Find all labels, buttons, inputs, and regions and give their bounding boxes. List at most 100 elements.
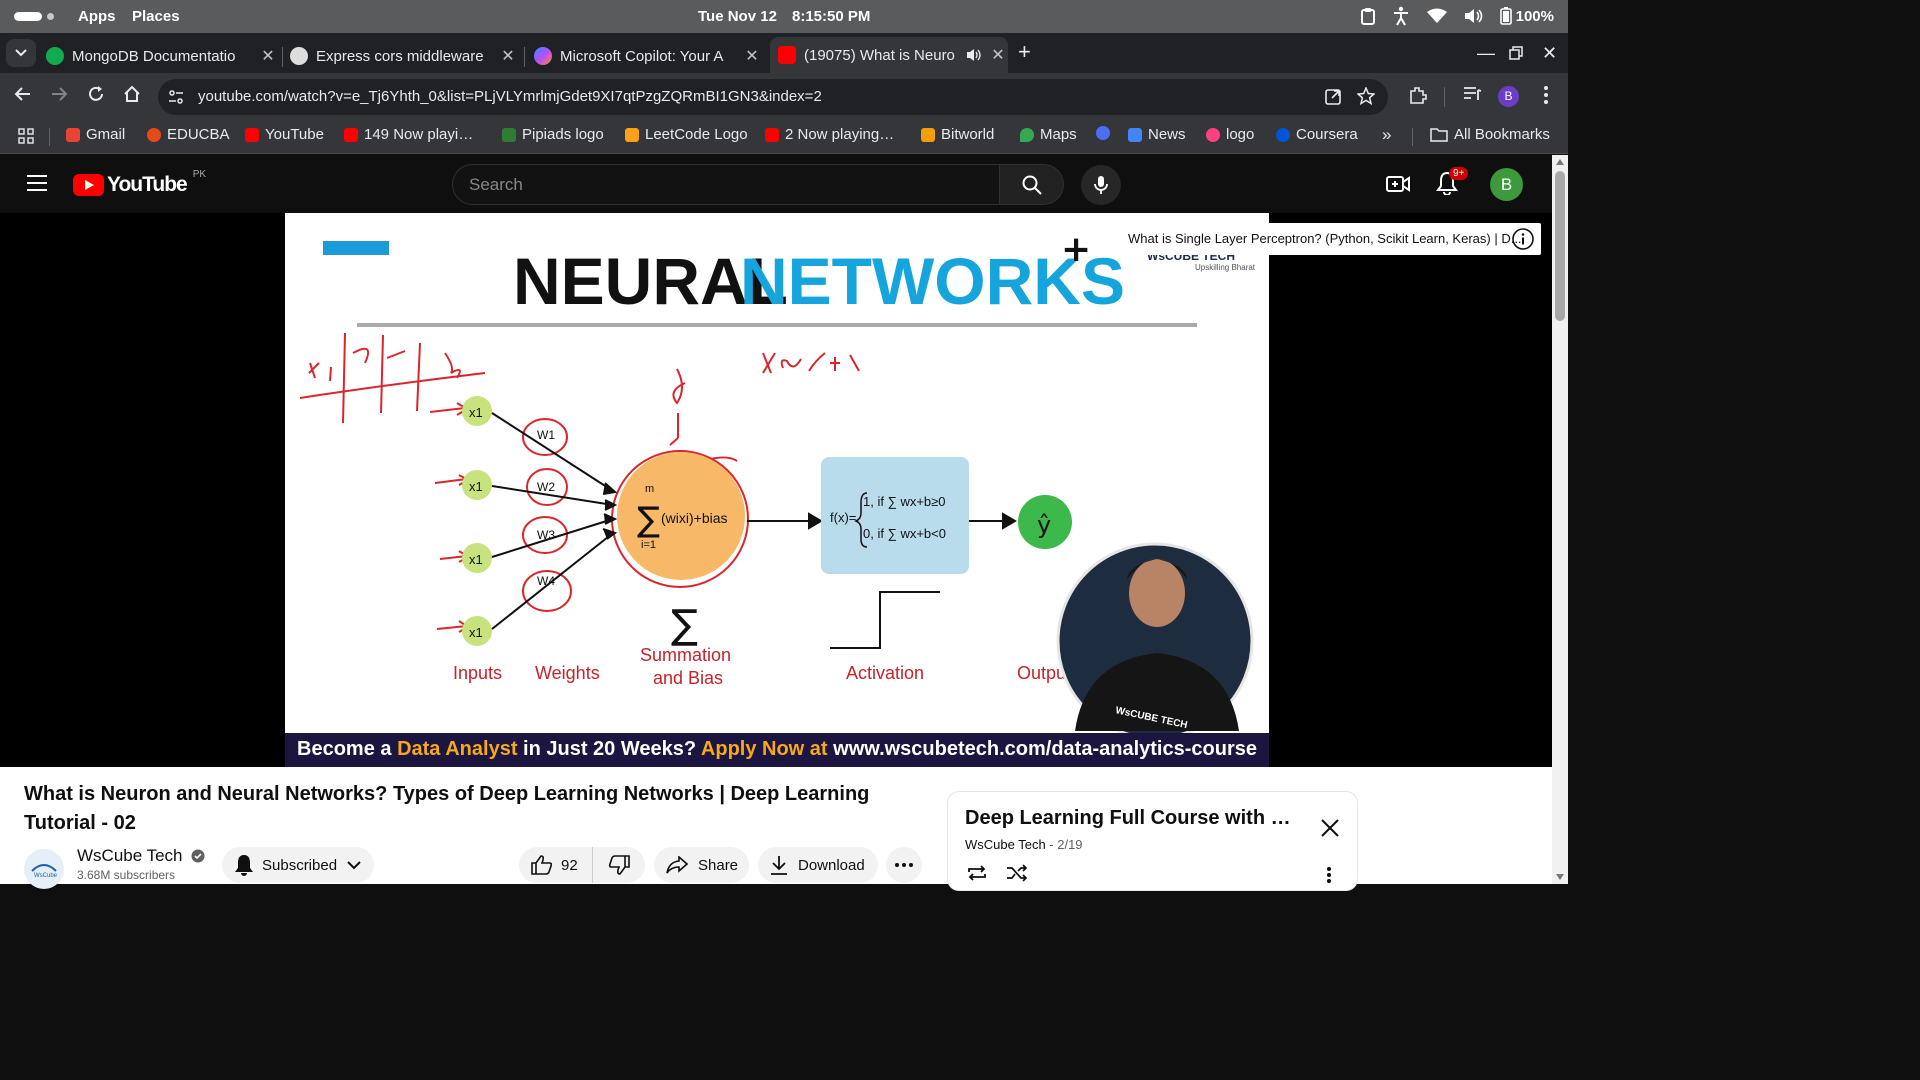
system-time[interactable]: 8:15:50 PM [792, 8, 870, 25]
tab-express-cors[interactable]: Express cors middleware ✕ [290, 39, 518, 73]
search-box[interactable] [452, 164, 1000, 205]
accessibility-icon[interactable] [1392, 6, 1410, 26]
input-label: x1 [469, 405, 483, 420]
educba-icon [147, 127, 161, 142]
voice-search-button[interactable] [1081, 165, 1121, 205]
video-frame[interactable]: NEURAL NETWORKS + WsCUBE TECH Upskilling… [285, 213, 1269, 767]
bookmark-logo[interactable]: logo [1206, 126, 1254, 143]
channel-avatar[interactable]: WsCube [24, 849, 64, 889]
bookmark-leetcode[interactable]: LeetCode Logo [625, 126, 748, 143]
bookmark-star-icon[interactable] [1357, 87, 1375, 105]
bookmark-gmail[interactable]: Gmail [66, 126, 125, 143]
playlist-channel[interactable]: WsCube Tech [965, 837, 1046, 852]
tab-mongodb[interactable]: MongoDB Documentatio ✕ [46, 39, 278, 73]
workspace-dot[interactable] [47, 13, 54, 20]
reload-icon[interactable] [87, 85, 105, 103]
apps-grid-icon[interactable] [18, 128, 34, 144]
new-tab-button[interactable]: + [1018, 39, 1031, 65]
bookmark-educba[interactable]: EDUCBA [147, 126, 230, 143]
bookmark-label: YouTube [265, 126, 324, 143]
close-icon[interactable]: ✕ [258, 46, 278, 66]
info-icon[interactable] [1512, 228, 1534, 250]
more-bookmarks-chevron-icon[interactable]: » [1382, 125, 1391, 145]
search-input[interactable] [469, 165, 989, 204]
minimize-button[interactable]: — [1477, 43, 1495, 64]
address-bar[interactable]: youtube.com/watch?v=e_Tj6Yhth_0&list=PLj… [158, 79, 1388, 115]
bookmark-youtube[interactable]: YouTube [245, 126, 324, 143]
create-video-icon[interactable] [1386, 174, 1410, 194]
extensions-icon[interactable] [1408, 85, 1428, 105]
back-arrow-icon[interactable] [14, 85, 32, 103]
presenter-webcam: WsCUBE TECH [1056, 542, 1254, 733]
restore-button[interactable] [1509, 46, 1523, 60]
open-in-app-icon[interactable] [1324, 88, 1342, 106]
close-icon[interactable]: ✕ [988, 45, 1008, 65]
site-info-icon[interactable] [168, 89, 184, 105]
video-player[interactable]: NEURAL NETWORKS + WsCUBE TECH Upskilling… [0, 213, 1552, 767]
places-menu[interactable]: Places [132, 8, 180, 25]
forward-arrow-icon[interactable] [50, 85, 68, 103]
search-button[interactable] [999, 164, 1064, 205]
loop-icon[interactable] [966, 864, 988, 882]
media-controls-icon[interactable] [1462, 85, 1482, 103]
hamburger-menu-icon[interactable] [27, 175, 47, 191]
subscriber-count: 3.68M subscribers [77, 868, 176, 882]
close-window-button[interactable]: ✕ [1542, 43, 1557, 64]
all-bookmarks-button[interactable]: All Bookmarks [1430, 126, 1550, 143]
wifi-icon[interactable] [1426, 8, 1448, 24]
sum-expression: (wixi)+bias [661, 510, 728, 526]
more-vert-icon[interactable] [1538, 85, 1554, 105]
subscribed-label: Subscribed [262, 856, 338, 874]
dislike-button[interactable] [593, 847, 645, 883]
notifications-button[interactable]: 9+ [1436, 167, 1469, 195]
bookmark-maps[interactable]: Maps [1020, 126, 1077, 143]
clipboard-icon[interactable] [1360, 7, 1376, 25]
info-card-teaser[interactable]: What is Single Layer Perceptron? (Python… [1120, 223, 1541, 255]
subscribed-button[interactable]: Subscribed [222, 847, 374, 883]
bookmark-coursera[interactable]: Coursera [1276, 126, 1358, 143]
system-tray[interactable]: 100% [1360, 6, 1554, 26]
tab-copilot[interactable]: Microsoft Copilot: Your A ✕ [534, 39, 762, 73]
playlist-title[interactable]: Deep Learning Full Course with … [965, 807, 1291, 830]
close-icon[interactable]: ✕ [498, 46, 518, 66]
tab-divider [524, 47, 525, 67]
scroll-down-arrow-icon[interactable] [1556, 874, 1564, 880]
apps-menu[interactable]: Apps [78, 8, 116, 25]
download-button[interactable]: Download [758, 847, 878, 883]
youtube-logo[interactable]: YouTube PK [73, 169, 206, 197]
home-icon[interactable] [123, 85, 141, 103]
handwritten-annotations [299, 332, 860, 633]
battery-icon[interactable] [1499, 7, 1512, 25]
more-vert-icon[interactable] [1326, 866, 1332, 884]
close-icon[interactable]: ✕ [742, 46, 762, 66]
bookmark-bitworld[interactable]: Bitworld [921, 126, 994, 143]
url-text[interactable]: youtube.com/watch?v=e_Tj6Yhth_0&list=PLj… [198, 88, 822, 105]
tab-search-button[interactable] [6, 39, 36, 67]
system-date[interactable]: Tue Nov 12 [698, 8, 777, 25]
sum-upper-limit: m [645, 483, 654, 495]
workspace-indicator[interactable] [14, 12, 42, 21]
banner-highlight: Apply Now at [700, 738, 834, 760]
bookmark-messenger[interactable] [1096, 126, 1116, 140]
account-avatar[interactable]: B [1490, 168, 1523, 201]
thumbs-down-icon [608, 855, 630, 875]
scroll-up-arrow-icon[interactable] [1556, 159, 1564, 165]
bookmark-now-playing-149[interactable]: 149 Now playi… [344, 126, 473, 143]
bookmark-pipiads[interactable]: Pipiads logo [502, 126, 604, 143]
page-scrollbar[interactable] [1552, 155, 1568, 884]
audio-playing-icon[interactable] [966, 48, 982, 62]
tab-youtube-active[interactable]: (19075) What is Neuro ✕ [770, 37, 1008, 73]
profile-avatar[interactable]: B [1498, 86, 1519, 107]
youtube-icon [245, 127, 259, 142]
scrollbar-thumb[interactable] [1555, 171, 1565, 321]
close-icon[interactable] [1320, 818, 1340, 838]
more-actions-button[interactable] [886, 847, 922, 883]
channel-name[interactable]: WsCube Tech [77, 846, 205, 866]
bookmark-now-playing-2[interactable]: 2 Now playing… [765, 126, 894, 143]
share-button[interactable]: Share [654, 847, 749, 883]
volume-icon[interactable] [1464, 8, 1484, 24]
bookmark-news[interactable]: News [1128, 126, 1186, 143]
shuffle-icon[interactable] [1006, 864, 1028, 882]
like-button[interactable]: 92 [519, 847, 593, 883]
output-symbol: ŷ [1037, 511, 1051, 539]
